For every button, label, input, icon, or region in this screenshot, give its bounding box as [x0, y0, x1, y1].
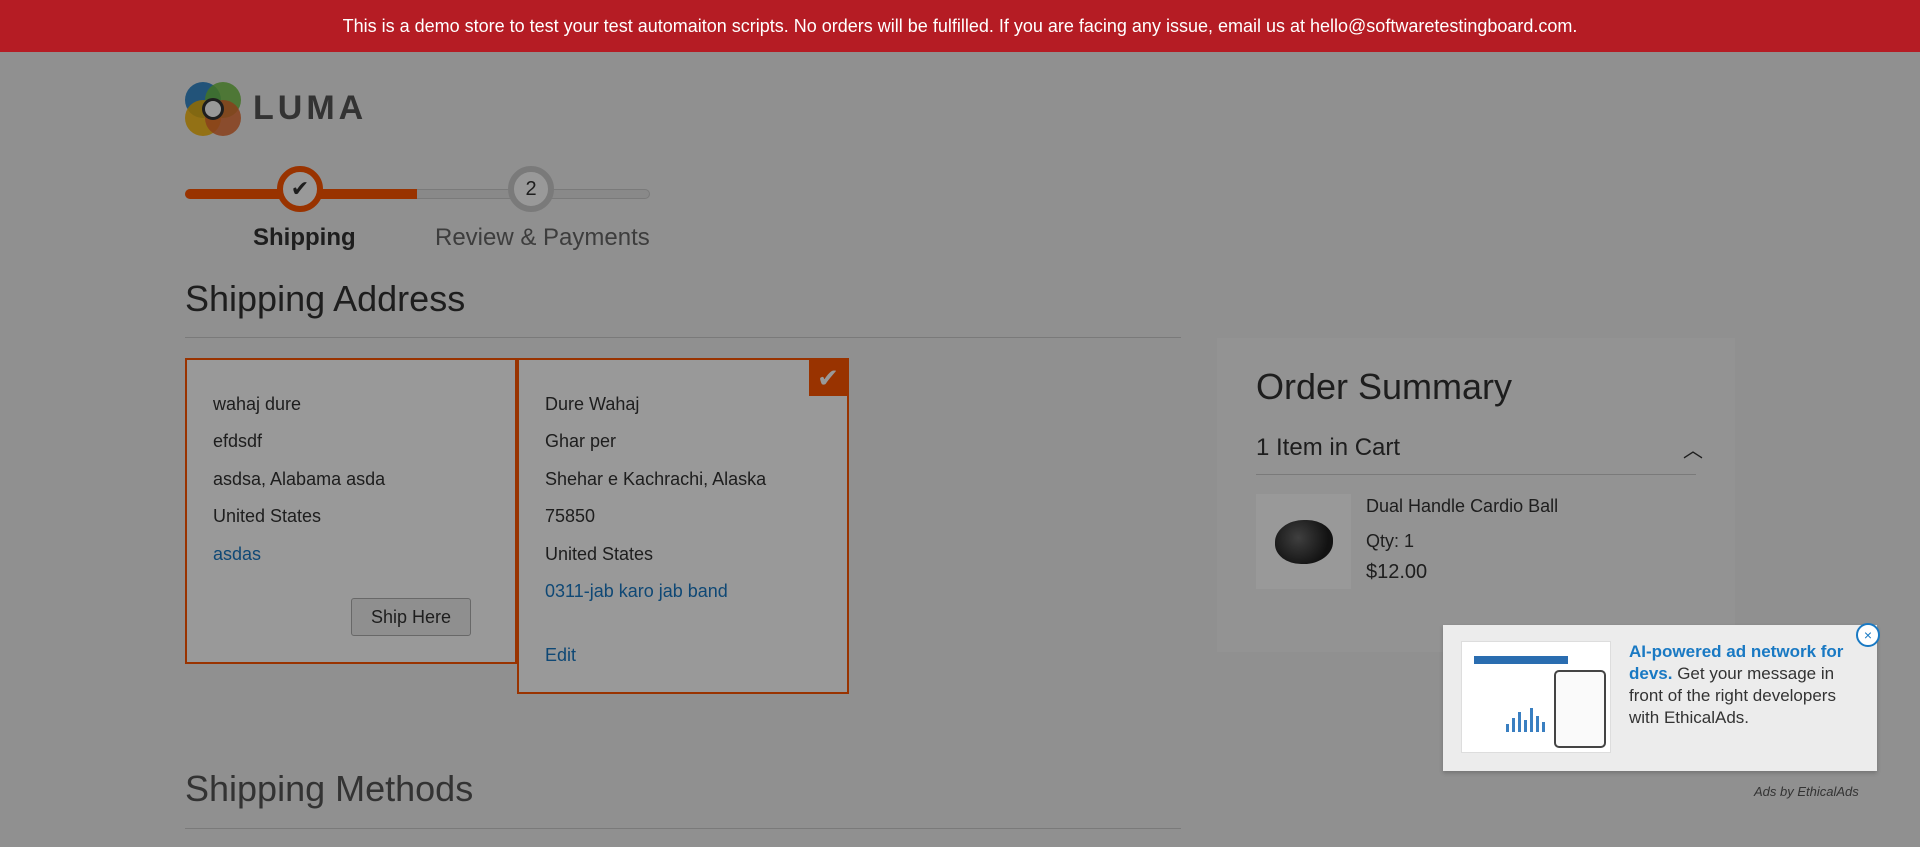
ads-by-ethicalads-link[interactable]: Ads by EthicalAds: [1754, 784, 1859, 799]
ad-image[interactable]: [1461, 641, 1611, 753]
demo-notice-text: This is a demo store to test your test a…: [342, 15, 1578, 36]
demo-notice-banner: This is a demo store to test your test a…: [0, 0, 1920, 52]
ad-text[interactable]: AI-powered ad network for devs. Get your…: [1629, 641, 1865, 729]
ethical-ad[interactable]: × AI-powered ad network for devs. Get yo…: [1443, 623, 1880, 771]
